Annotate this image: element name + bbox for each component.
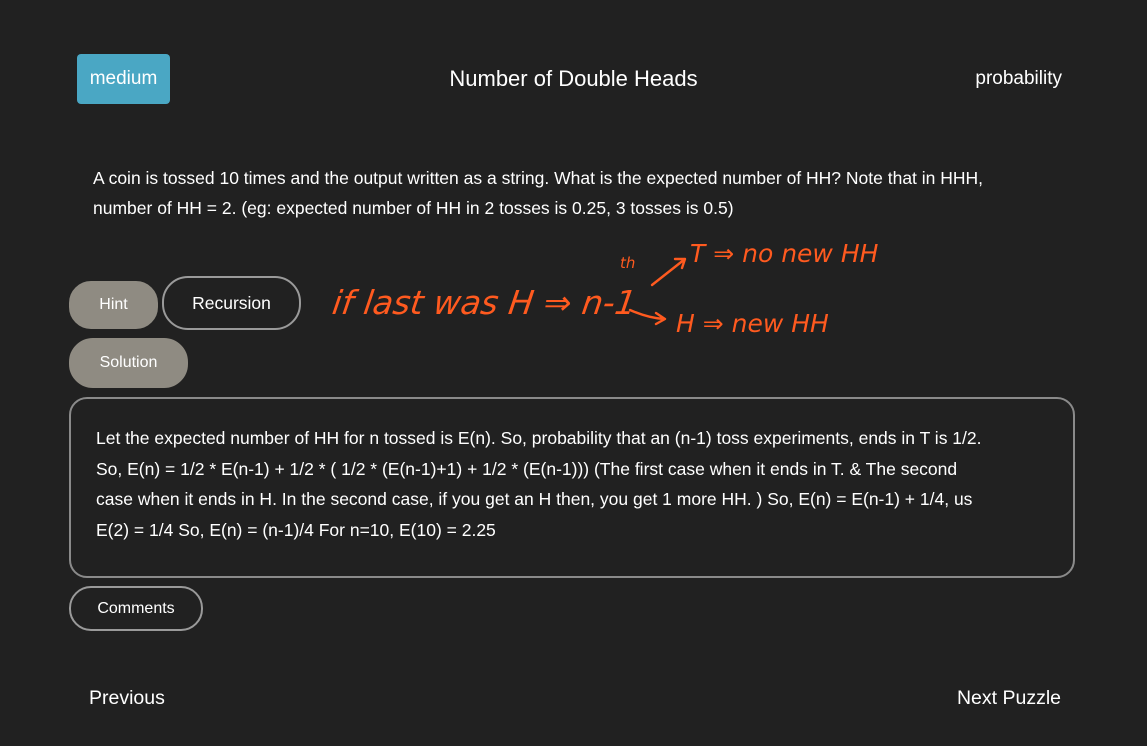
handwritten-annotation: if last was H ⇒ n-1 th T ⇒ no new HH H ⇒… (330, 239, 879, 338)
previous-button[interactable]: Previous (89, 687, 165, 710)
category-link[interactable]: probability (975, 68, 1062, 90)
annotation-branch-top: T ⇒ no new HH (690, 239, 879, 268)
question-line: number of HH = 2. (eg: expected number o… (93, 198, 734, 218)
hint-button[interactable]: Hint (69, 281, 158, 329)
next-puzzle-button[interactable]: Next Puzzle (957, 687, 1061, 710)
annotation-text-left: if last was H ⇒ n-1 (330, 283, 639, 322)
question-text: A coin is tossed 10 times and the output… (93, 163, 1073, 223)
arrow-up-branch (650, 257, 687, 287)
comments-button[interactable]: Comments (69, 586, 203, 631)
recursion-hint-button[interactable]: Recursion (162, 276, 301, 330)
question-line: A coin is tossed 10 times and the output… (93, 168, 984, 188)
solution-line: case when it ends in H. In the second ca… (96, 489, 973, 509)
solution-button[interactable]: Solution (69, 338, 188, 388)
solution-line: E(2) = 1/4 So, E(n) = (n-1)/4 For n=10, … (96, 519, 496, 540)
solution-line: So, E(n) = 1/2 * E(n-1) + 1/2 * ( 1/2 * … (96, 458, 958, 479)
annotation-superscript: th (620, 254, 635, 272)
solution-line: Let the expected number of HH for n toss… (96, 428, 982, 448)
solution-panel: Let the expected number of HH for n toss… (69, 397, 1075, 578)
arrow-down-branch (628, 308, 667, 326)
annotation-branch-bottom: H ⇒ new HH (676, 309, 829, 338)
puzzle-page: medium Number of Double Heads probabilit… (0, 0, 1147, 746)
